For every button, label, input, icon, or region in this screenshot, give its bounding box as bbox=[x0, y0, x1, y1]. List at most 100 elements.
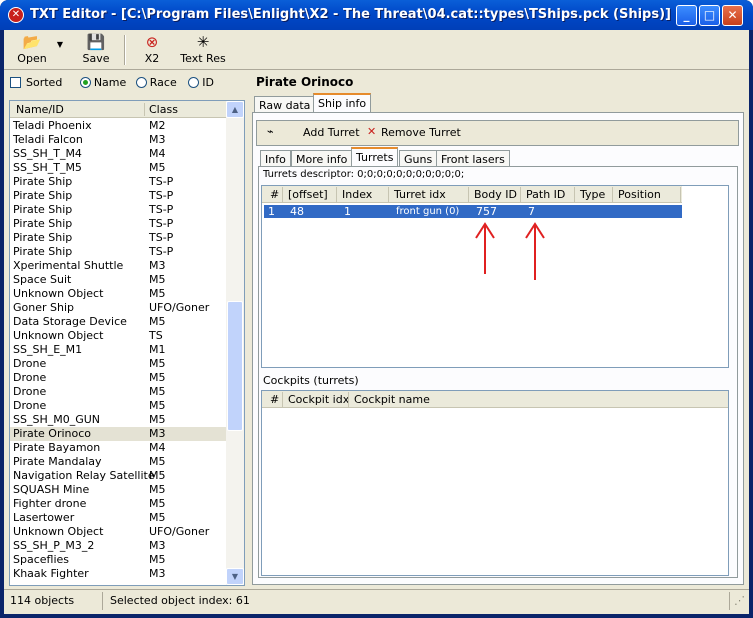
cockpit-grid[interactable]: # Cockpit idx Cockpit name bbox=[261, 390, 729, 576]
list-item[interactable]: Unknown Object UFO/Goner bbox=[10, 525, 226, 539]
col-index[interactable]: Index bbox=[342, 188, 372, 201]
list-item[interactable]: Navigation Relay Satellite M5 bbox=[10, 469, 226, 483]
scroll-down-arrow-icon[interactable]: ▼ bbox=[226, 568, 244, 585]
list-item[interactable]: Pirate Ship TS-P bbox=[10, 175, 226, 189]
list-item[interactable]: Data Storage Device M5 bbox=[10, 315, 226, 329]
list-item[interactable]: Goner Ship UFO/Goner bbox=[10, 301, 226, 315]
remove-turret-icon[interactable]: ✕ bbox=[367, 125, 376, 138]
list-item[interactable]: Drone M5 bbox=[10, 385, 226, 399]
list-item[interactable]: Fighter drone M5 bbox=[10, 497, 226, 511]
list-item[interactable]: SS_SH_T_M4 M4 bbox=[10, 147, 226, 161]
list-item[interactable]: Drone M5 bbox=[10, 357, 226, 371]
list-item[interactable]: SS_SH_T_M5 M5 bbox=[10, 161, 226, 175]
list-item-class: TS-P bbox=[149, 245, 174, 258]
column-divider[interactable] bbox=[144, 103, 145, 116]
list-item[interactable]: SS_SH_E_M1 M1 bbox=[10, 343, 226, 357]
race-radio[interactable]: Race bbox=[135, 76, 177, 89]
close-button[interactable]: ✕ bbox=[722, 5, 743, 26]
open-dropdown-arrow[interactable]: ▼ bbox=[54, 40, 66, 49]
col-divider[interactable] bbox=[520, 187, 521, 202]
list-item[interactable]: Khaak Fighter M3 bbox=[10, 567, 226, 581]
col-divider[interactable] bbox=[282, 392, 283, 407]
list-item[interactable]: Teladi Phoenix M2 bbox=[10, 119, 226, 133]
sorted-checkbox[interactable]: Sorted bbox=[10, 76, 62, 89]
list-item[interactable]: Xperimental Shuttle M3 bbox=[10, 259, 226, 273]
list-item[interactable]: SS_SH_M0_GUN M5 bbox=[10, 413, 226, 427]
name-radio[interactable]: Name bbox=[79, 76, 126, 89]
col-cockpit-idx[interactable]: Cockpit idx bbox=[288, 393, 349, 406]
list-item[interactable]: Pirate Ship TS-P bbox=[10, 189, 226, 203]
client-area: 📂 Open ▼ 💾 Save ⊗ X2 ✳ Text Res Sorted N… bbox=[4, 30, 749, 614]
list-item[interactable]: Unknown Object TS bbox=[10, 329, 226, 343]
col-divider[interactable] bbox=[336, 187, 337, 202]
column-header-name[interactable]: Name/ID bbox=[16, 103, 64, 116]
add-turret-icon[interactable]: ⌁ bbox=[267, 125, 274, 138]
col-num[interactable]: # bbox=[270, 393, 279, 406]
list-item[interactable]: Drone M5 bbox=[10, 399, 226, 413]
add-turret-button[interactable]: Add Turret bbox=[303, 126, 360, 139]
list-item[interactable]: Pirate Ship TS-P bbox=[10, 203, 226, 217]
col-body-id[interactable]: Body ID bbox=[474, 188, 517, 201]
scroll-up-arrow-icon[interactable]: ▲ bbox=[226, 101, 244, 118]
title-bar[interactable]: ✕ TXT Editor - [C:\Program Files\Enlight… bbox=[0, 0, 753, 30]
maximize-button[interactable]: □ bbox=[699, 5, 720, 26]
list-item[interactable]: SQUASH Mine M5 bbox=[10, 483, 226, 497]
turret-row[interactable]: 1 48 1 front gun (0) 757 7 bbox=[264, 205, 682, 218]
list-item[interactable]: Pirate Ship TS-P bbox=[10, 217, 226, 231]
id-radio[interactable]: ID bbox=[188, 76, 214, 89]
scroll-thumb[interactable] bbox=[227, 301, 243, 431]
list-item-class: M5 bbox=[149, 553, 166, 566]
tab-ship-info[interactable]: Ship info bbox=[313, 93, 372, 112]
open-button[interactable]: 📂 Open bbox=[14, 34, 50, 65]
list-item-name: Unknown Object bbox=[13, 287, 104, 300]
list-item-name: Pirate Ship bbox=[13, 203, 73, 216]
col-divider[interactable] bbox=[680, 187, 681, 202]
list-item[interactable]: Space Suit M5 bbox=[10, 273, 226, 287]
list-item[interactable]: Lasertower M5 bbox=[10, 511, 226, 525]
x2-button[interactable]: ⊗ X2 bbox=[137, 34, 167, 65]
list-item[interactable]: Pirate Ship TS-P bbox=[10, 231, 226, 245]
list-item[interactable]: Unknown Object M5 bbox=[10, 287, 226, 301]
col-num[interactable]: # bbox=[270, 188, 279, 201]
object-list[interactable]: Name/ID Class Teladi Phoenix M2 Teladi Fal… bbox=[9, 100, 245, 586]
remove-turret-button[interactable]: Remove Turret bbox=[381, 126, 461, 139]
list-item-class: TS-P bbox=[149, 231, 174, 244]
col-divider[interactable] bbox=[468, 187, 469, 202]
resize-grip-icon[interactable]: ⋰ bbox=[734, 594, 745, 607]
radio-circle[interactable] bbox=[79, 77, 91, 88]
col-type[interactable]: Type bbox=[580, 188, 605, 201]
col-divider[interactable] bbox=[348, 392, 349, 407]
list-item[interactable]: Pirate Bayamon M4 bbox=[10, 441, 226, 455]
col-offset[interactable]: [offset] bbox=[288, 188, 328, 201]
sort-options: Sorted Name Race ID bbox=[10, 76, 214, 89]
save-button[interactable]: 💾 Save bbox=[76, 34, 116, 65]
list-scrollbar[interactable]: ▲ ▼ bbox=[226, 101, 244, 585]
tab-turrets[interactable]: Turrets bbox=[351, 147, 399, 166]
list-item[interactable]: Pirate Orinoco M3 bbox=[10, 427, 226, 441]
col-divider[interactable] bbox=[388, 187, 389, 202]
list-item[interactable]: Pirate Ship TS-P bbox=[10, 245, 226, 259]
app-icon[interactable]: ✕ bbox=[8, 7, 24, 23]
cell-turret-idx: front gun (0) bbox=[396, 206, 460, 217]
col-path-id[interactable]: Path ID bbox=[526, 188, 565, 201]
list-item[interactable]: Drone M5 bbox=[10, 371, 226, 385]
list-item[interactable]: Teladi Falcon M3 bbox=[10, 133, 226, 147]
minimize-button[interactable]: _ bbox=[676, 5, 697, 26]
list-item[interactable]: Spaceflies M5 bbox=[10, 553, 226, 567]
cell-body-id: 757 bbox=[476, 205, 497, 218]
text-res-button[interactable]: ✳ Text Res bbox=[180, 34, 226, 65]
column-header-class[interactable]: Class bbox=[149, 103, 178, 116]
checkbox-box[interactable] bbox=[10, 77, 21, 88]
col-cockpit-name[interactable]: Cockpit name bbox=[354, 393, 430, 406]
col-divider[interactable] bbox=[612, 187, 613, 202]
list-item[interactable]: SS_SH_P_M3_2 M3 bbox=[10, 539, 226, 553]
list-item[interactable]: Pirate Mandalay M5 bbox=[10, 455, 226, 469]
col-divider[interactable] bbox=[574, 187, 575, 202]
radio-circle[interactable] bbox=[135, 77, 147, 88]
radio-circle[interactable] bbox=[188, 77, 200, 88]
list-item-class: M3 bbox=[149, 133, 166, 146]
col-divider[interactable] bbox=[282, 187, 283, 202]
col-position[interactable]: Position bbox=[618, 188, 661, 201]
list-item-class: TS-P bbox=[149, 217, 174, 230]
col-turret-idx[interactable]: Turret idx bbox=[394, 188, 446, 201]
